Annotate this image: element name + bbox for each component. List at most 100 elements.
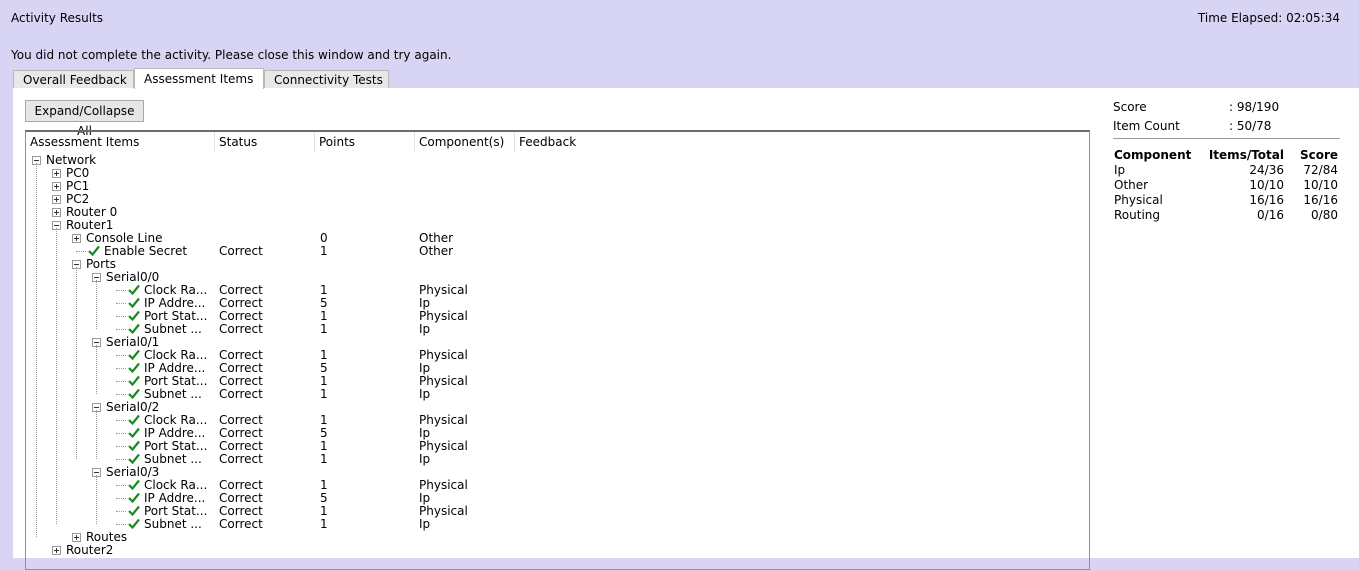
tree-row[interactable]: Router2 (26, 544, 1089, 557)
expand-icon[interactable] (52, 208, 61, 217)
column-header: ^ Assessment Items Status Points Compone… (26, 132, 1089, 152)
item-count-label: Item Count (1113, 119, 1180, 133)
checkmark-icon (128, 440, 140, 451)
tree-connector (76, 251, 86, 252)
tab-overall-feedback[interactable]: Overall Feedback (13, 70, 134, 88)
component-row: Physical 16/16 16/16 (1114, 193, 1340, 208)
tree-item-label: Router2 (66, 543, 114, 557)
tree-row[interactable]: Subnet ... Correct 1 Ip (26, 323, 1089, 336)
item-count-row: Item Count : 50/78 (1113, 117, 1343, 136)
tree-connector (116, 511, 126, 512)
checkmark-icon (128, 479, 140, 490)
points-cell: 1 (320, 244, 328, 258)
checkmark-icon (128, 375, 140, 386)
tree-row[interactable]: Enable Secret Correct 1 Other (26, 245, 1089, 258)
tree-row[interactable]: Routes (26, 531, 1089, 544)
component-cell: Other (419, 244, 454, 258)
tree-row[interactable]: Router1 (26, 219, 1089, 232)
tree-guide-line (96, 280, 97, 329)
points-cell: 1 (320, 517, 328, 531)
component-name: Routing (1114, 208, 1161, 222)
tree-guide-line (76, 267, 77, 459)
tree-row[interactable]: Ports (26, 258, 1089, 271)
checkmark-icon (128, 297, 140, 308)
component-name: Physical (1114, 193, 1163, 207)
expand-icon[interactable] (52, 195, 61, 204)
checkmark-icon (128, 362, 140, 373)
tree-row[interactable]: PC1 (26, 180, 1089, 193)
component-items: 10/10 (1249, 178, 1284, 192)
tree-guide-line (96, 475, 97, 524)
tree-row[interactable]: Subnet ... Correct 1 Ip (26, 518, 1089, 531)
checkmark-icon (128, 349, 140, 360)
points-cell: 1 (320, 322, 328, 336)
tree-row[interactable]: PC0 (26, 167, 1089, 180)
component-cell: Ip (419, 517, 431, 531)
points-cell: 1 (320, 387, 328, 401)
summary-divider (1113, 138, 1340, 139)
tab-connectivity-tests[interactable]: Connectivity Tests (264, 70, 389, 88)
tree-connector (116, 524, 126, 525)
component-items: 24/36 (1249, 163, 1284, 177)
component-name: Other (1114, 178, 1149, 192)
component-cell: Ip (419, 452, 431, 466)
status-cell: Correct (219, 452, 263, 466)
status-cell: Correct (219, 387, 263, 401)
component-name: Ip (1114, 163, 1126, 177)
tree-guide-line (96, 345, 97, 394)
tree-guide-line (56, 228, 57, 524)
tree-connector (116, 446, 126, 447)
col-component: Component (1114, 148, 1192, 162)
col-assessment-items[interactable]: Assessment Items (26, 132, 215, 152)
tree-connector (116, 498, 126, 499)
component-score: 10/10 (1303, 178, 1338, 192)
component-cell: Ip (419, 387, 431, 401)
time-elapsed: Time Elapsed: 02:05:34 (1197, 11, 1340, 25)
tree-row[interactable]: Network (26, 154, 1089, 167)
tree-connector (116, 355, 126, 356)
tree-row[interactable]: PC2 (26, 193, 1089, 206)
component-cell: Ip (419, 322, 431, 336)
tab-assessment-items[interactable]: Assessment Items (134, 68, 264, 89)
checkmark-icon (128, 310, 140, 321)
tree-row[interactable]: Subnet ... Correct 1 Ip (26, 388, 1089, 401)
tree-row[interactable]: Router 0 (26, 206, 1089, 219)
checkmark-icon (128, 453, 140, 464)
tree-connector (116, 329, 126, 330)
col-score: Score (1299, 148, 1338, 162)
status-cell: Correct (219, 322, 263, 336)
score-value: : 98/190 (1229, 100, 1280, 114)
tree-connector (116, 485, 126, 486)
checkmark-icon (128, 414, 140, 425)
col-status[interactable]: Status (215, 132, 315, 152)
col-items-total: Items/Total (1208, 148, 1284, 162)
tree-connector (116, 420, 126, 421)
window-title: Activity Results (11, 11, 104, 25)
expand-icon[interactable] (52, 182, 61, 191)
checkmark-icon (128, 427, 140, 438)
item-count-value: : 50/78 (1229, 119, 1272, 133)
tree-item-label: Subnet ... (144, 517, 202, 531)
tree-row[interactable]: Subnet ... Correct 1 Ip (26, 453, 1089, 466)
status-cell: Correct (219, 517, 263, 531)
checkmark-icon (128, 323, 140, 334)
assessment-tree[interactable]: ^ Assessment Items Status Points Compone… (25, 130, 1090, 570)
status-cell: Correct (219, 244, 263, 258)
tree-connector (116, 459, 126, 460)
expand-icon[interactable] (52, 169, 61, 178)
col-feedback[interactable]: Feedback (515, 132, 615, 152)
expand-collapse-button[interactable]: Expand/Collapse All (25, 100, 144, 138)
component-score: 16/16 (1303, 193, 1338, 207)
checkmark-icon (128, 505, 140, 516)
expand-icon[interactable] (72, 533, 81, 542)
points-cell: 1 (320, 452, 328, 466)
component-table: Component Items/Total Score Ip 24/36 72/… (1114, 148, 1340, 223)
expand-icon[interactable] (72, 234, 81, 243)
score-label: Score (1113, 100, 1147, 114)
expand-icon[interactable] (52, 546, 61, 555)
col-components[interactable]: Component(s) (415, 132, 515, 152)
checkmark-icon (128, 284, 140, 295)
col-points[interactable]: Points (315, 132, 415, 152)
tree-connector (116, 381, 126, 382)
component-score: 72/84 (1303, 163, 1338, 177)
